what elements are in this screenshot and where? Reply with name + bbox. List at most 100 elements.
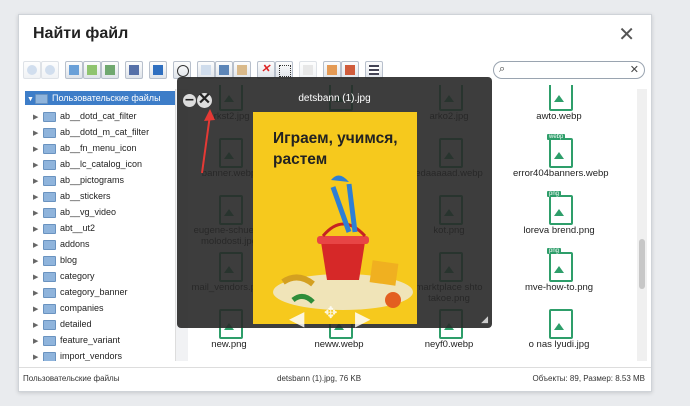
tree-root[interactable]: ▼ Пользовательские файлы — [25, 91, 175, 105]
tree-item-label: import_vendors — [60, 351, 123, 361]
file-item[interactable]: png loreva brend.png — [513, 191, 605, 251]
status-path: Пользовательские файлы — [23, 374, 120, 383]
tree-item[interactable]: ▶ addons — [33, 236, 90, 252]
clear-search-icon[interactable]: ✕ — [630, 63, 639, 76]
next-arrow-icon[interactable]: ▶ — [355, 306, 370, 331]
image-file-icon: webp — [549, 85, 573, 111]
save-button[interactable] — [125, 61, 143, 79]
status-summary: Объекты: 89, Размер: 8.53 MB — [532, 374, 645, 383]
image-file-icon: png — [547, 248, 573, 282]
preview-image: Играем, учимся, растем — [253, 112, 417, 324]
upload-button[interactable] — [149, 61, 167, 79]
tree-item-label: abt__ut2 — [60, 223, 96, 233]
tree-item-label: detailed — [60, 319, 92, 329]
folder-icon — [43, 239, 56, 250]
tree-item-label: feature_variant — [60, 335, 121, 345]
tree-item[interactable]: ▶ feature_variant — [33, 332, 120, 348]
tree-item[interactable]: ▶ ab__lc_catalog_icon — [33, 156, 142, 172]
folder-icon — [43, 271, 56, 282]
dialog-title: Найти файл — [33, 25, 129, 42]
file-name: neyf0.webp — [424, 339, 474, 350]
resize-handle-icon[interactable]: ◢ — [481, 314, 488, 325]
search-icon: ⌕ — [499, 63, 506, 75]
file-name: loreva brend.png — [523, 225, 595, 236]
up-button[interactable] — [65, 61, 83, 79]
folder-icon — [43, 143, 56, 154]
tree-item-label: ab__lc_catalog_icon — [60, 159, 143, 169]
folder-icon — [43, 175, 56, 186]
folder-icon — [43, 255, 56, 266]
file-item[interactable]: png mve-how-to.png — [513, 248, 605, 308]
tree-item-label: ab__fn_menu_icon — [60, 143, 137, 153]
file-name: awto.webp — [536, 111, 582, 122]
fullscreen-icon[interactable]: ✥ — [324, 303, 337, 323]
tree-item[interactable]: ▶ ab__dotd_m_cat_filter — [33, 124, 149, 140]
folder-icon — [43, 191, 56, 202]
file-ext-badge: webp — [547, 134, 566, 140]
tree-item[interactable]: ▶ abt__ut2 — [33, 220, 95, 236]
tree-item[interactable]: ▶ ab__vg_video — [33, 204, 116, 220]
tree-item[interactable]: ▶ detailed — [33, 316, 92, 332]
tree-item-label: category_banner — [60, 287, 128, 297]
file-name: neww.webp — [314, 339, 364, 350]
forward-button[interactable] — [41, 61, 59, 79]
file-ext-badge: png — [547, 248, 562, 254]
status-selected: detsbann (1).jpg, 76 KB — [277, 374, 362, 383]
expand-icon[interactable]: ▶ — [33, 350, 43, 361]
tree-item[interactable]: ▶ ab__dotd_cat_filter — [33, 108, 137, 124]
folder-icon — [43, 303, 56, 314]
quicklook-overlay: – ✕ detsbann (1).jpg Играем, учимся, рас… — [177, 77, 492, 331]
folder-icon — [43, 159, 56, 170]
tree-item-label: category — [60, 271, 95, 281]
tree-item-label: ab__pictograms — [60, 175, 125, 185]
image-file-icon: png — [547, 191, 573, 225]
red-annotation-arrow — [201, 109, 215, 174]
folder-tree: ▼ Пользовательские файлы ▶ ab__dotd_cat_fi… — [23, 89, 175, 361]
folder-icon — [43, 351, 56, 361]
tree-item[interactable]: ▶ ab__pictograms — [33, 172, 124, 188]
image-file-icon: webp — [547, 134, 573, 168]
file-item[interactable]: webp error404banners.webp — [513, 134, 609, 194]
toys-illustration — [273, 175, 413, 310]
file-ext-badge: png — [547, 191, 562, 197]
folder-icon — [43, 287, 56, 298]
tree-item[interactable]: ▶ companies — [33, 300, 104, 316]
tree-item-label: ab__stickers — [60, 191, 111, 201]
tree-item-label: ab__vg_video — [60, 207, 117, 217]
close-icon[interactable]: ✕ — [618, 25, 635, 45]
tree-item[interactable]: ▶ import_vendors — [33, 348, 122, 361]
tree-item[interactable]: ▶ category — [33, 268, 95, 284]
image-file-icon — [549, 309, 573, 339]
folder-icon — [43, 335, 56, 346]
prev-arrow-icon[interactable]: ◀ — [289, 306, 304, 331]
preview-title: detsbann (1).jpg — [298, 93, 371, 104]
tree-item-label: addons — [60, 239, 90, 249]
status-bar: Пользовательские файлы detsbann (1).jpg,… — [19, 367, 651, 390]
new-file-button[interactable] — [101, 61, 119, 79]
new-folder-button[interactable] — [83, 61, 101, 79]
tree-item-label: ab__dotd_cat_filter — [60, 111, 137, 121]
folder-icon — [43, 223, 56, 234]
file-name: o nas mob.jpg — [623, 339, 635, 350]
back-button[interactable] — [23, 61, 41, 79]
folder-icon — [43, 127, 56, 138]
file-name: mve-how-to.png — [524, 282, 594, 293]
scroll-thumb[interactable] — [639, 239, 645, 289]
tree-item[interactable]: ▶ category_banner — [33, 284, 128, 300]
file-scrollbar[interactable] — [637, 89, 647, 361]
tree-item[interactable]: ▶ ab__fn_menu_icon — [33, 140, 137, 156]
file-item[interactable]: webpawto.webp — [513, 85, 605, 137]
search-box[interactable]: ⌕ ✕ — [493, 61, 645, 79]
file-item[interactable]: jpego nas mob.jpg — [623, 307, 635, 361]
file-item[interactable]: o nas lyudi.jpg — [513, 307, 605, 361]
folder-icon — [43, 319, 56, 330]
folder-icon — [43, 111, 56, 122]
folder-icon — [43, 207, 56, 218]
file-name: new.png — [211, 339, 247, 350]
tree-item-label: companies — [60, 303, 104, 313]
file-name: o nas lyudi.jpg — [528, 339, 590, 350]
tree-item[interactable]: ▶ blog — [33, 252, 77, 268]
file-name: error404banners.webp — [513, 168, 609, 179]
tree-item[interactable]: ▶ ab__stickers — [33, 188, 111, 204]
tree-item-label: blog — [60, 255, 78, 265]
